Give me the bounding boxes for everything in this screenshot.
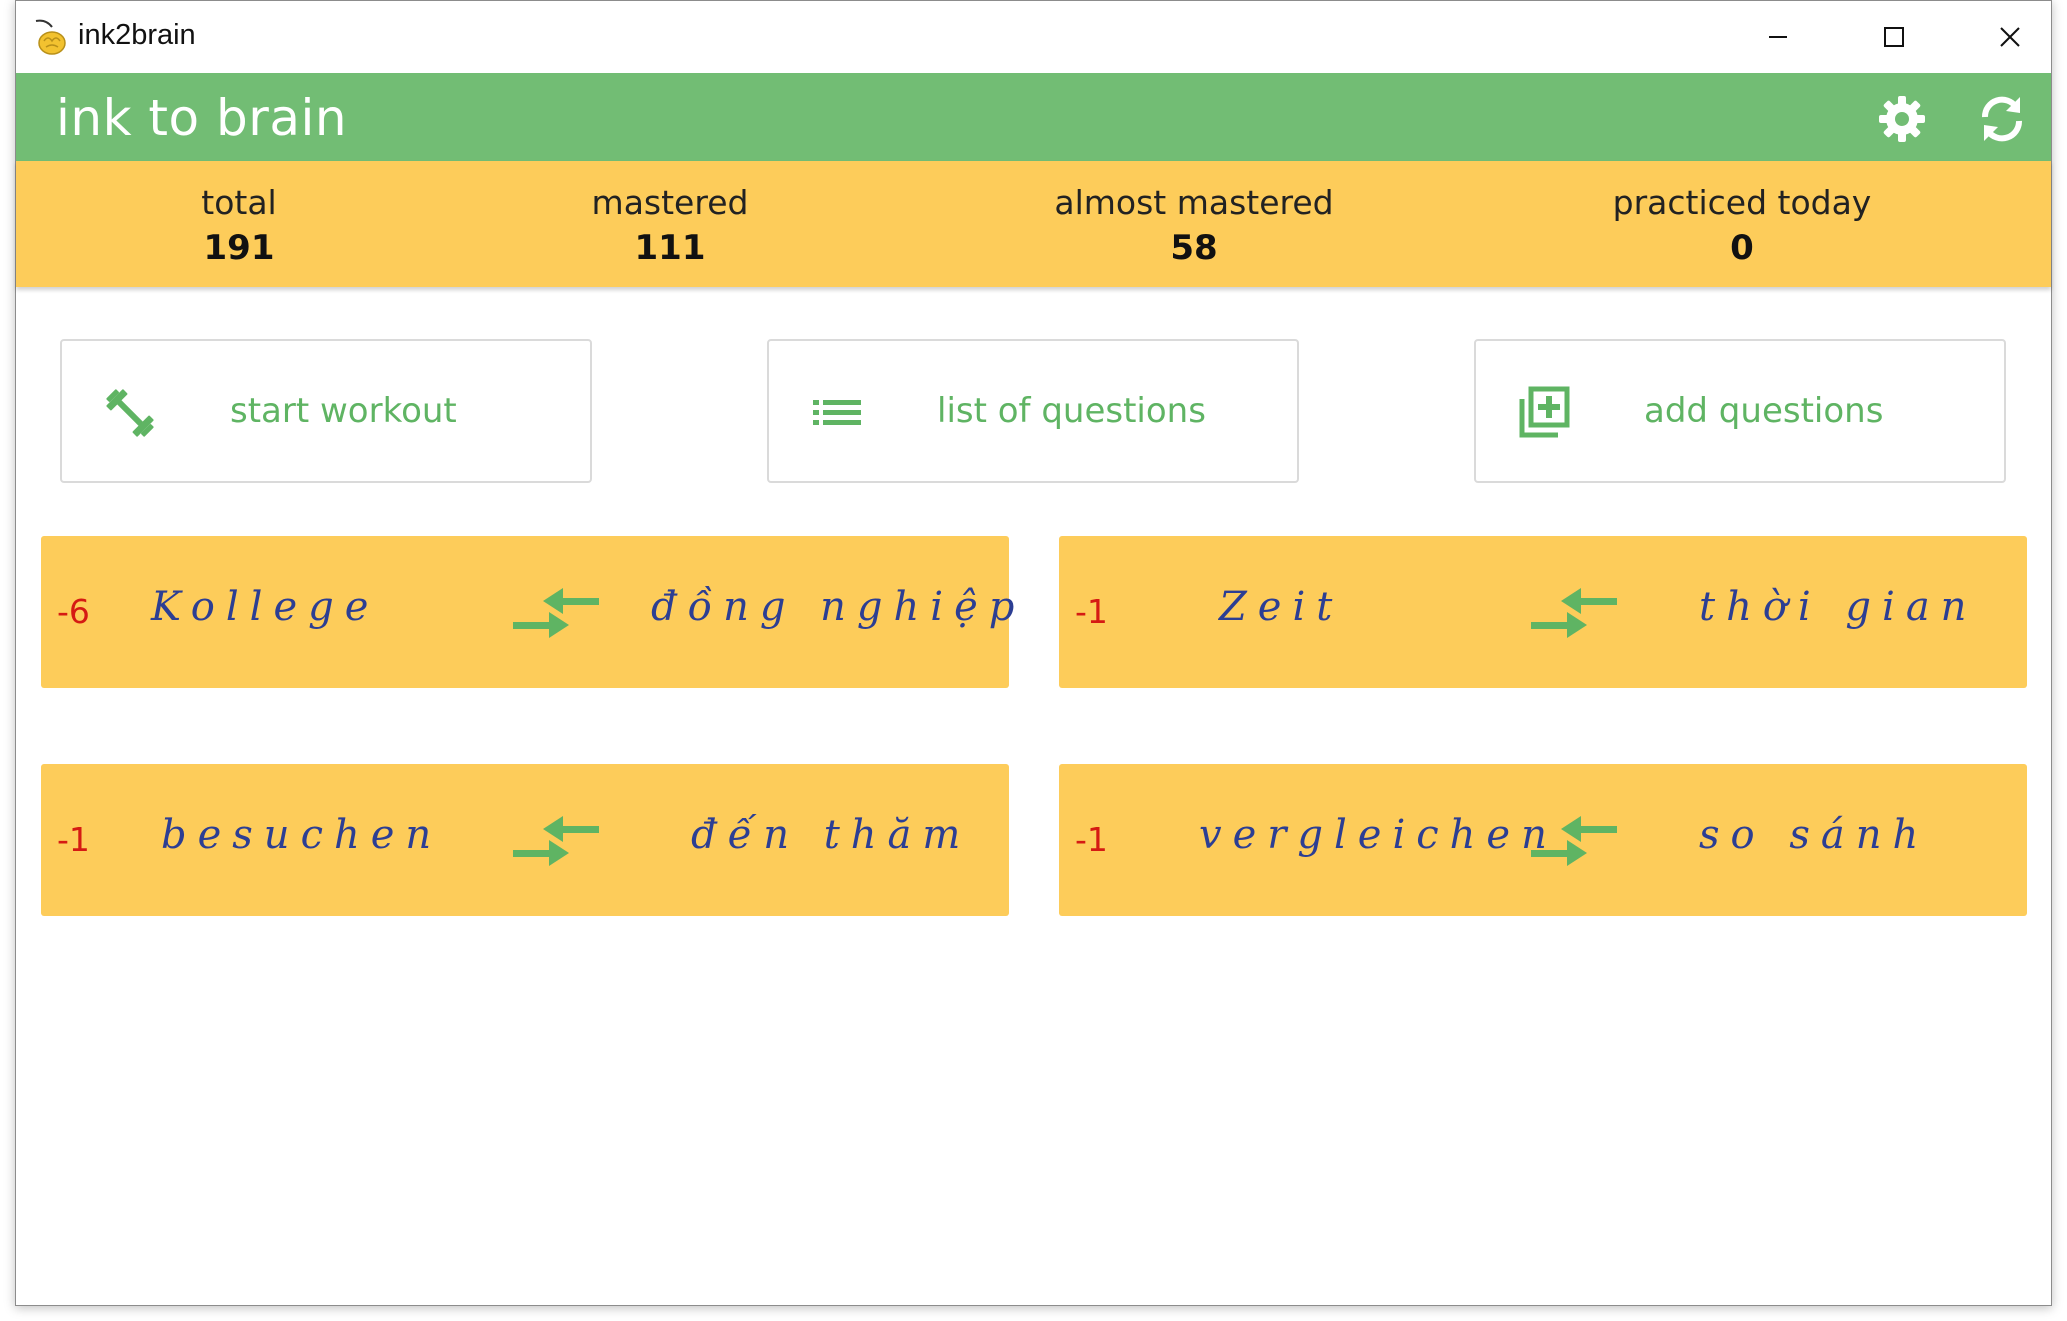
dumbbell-icon — [102, 385, 158, 441]
action-label: list of questions — [937, 391, 1206, 431]
card-front-handwriting: Zeit — [1219, 584, 1344, 630]
card-front-handwriting: Kollege — [151, 584, 380, 630]
minimize-icon — [1769, 36, 1787, 38]
card-front-handwriting: besuchen — [161, 812, 443, 858]
settings-button[interactable] — [1872, 89, 1932, 149]
add-questions-button[interactable]: add questions — [1474, 339, 2006, 483]
card-back-handwriting: đến thăm — [691, 812, 972, 858]
stat-total: total 191 — [29, 181, 449, 271]
action-label: start workout — [230, 391, 457, 431]
question-card[interactable]: -6 Kollege đồng nghiệp — [41, 536, 1014, 688]
app-logo-icon — [32, 17, 66, 57]
gear-icon — [1879, 96, 1925, 142]
stat-value: 58 — [1170, 228, 1218, 268]
sync-button[interactable] — [1972, 89, 2032, 149]
title-bar: ink2brain — [16, 1, 2051, 73]
add-to-library-icon — [1516, 385, 1572, 441]
sync-icon — [1981, 96, 2023, 142]
minimize-button[interactable] — [1748, 13, 1808, 61]
card-back-handwriting: so sánh — [1699, 812, 1930, 858]
card-score: -1 — [1075, 820, 1108, 859]
app-header: ink to brain — [16, 73, 2051, 161]
card-back-handwriting: thời gian — [1699, 584, 1978, 630]
stat-label: total — [201, 183, 277, 222]
maximize-icon — [1884, 27, 1904, 47]
list-icon — [809, 385, 865, 441]
stats-bar: total 191 mastered 111 almost mastered 5… — [16, 161, 2051, 287]
stat-value: 0 — [1730, 228, 1754, 268]
app-window: ink2brain ink to brain total 191 mastere… — [15, 0, 2052, 1306]
stat-value: 111 — [634, 228, 706, 268]
page-title: ink to brain — [56, 89, 348, 147]
compare-arrows-icon — [1529, 808, 1619, 874]
stat-mastered: mastered 111 — [460, 181, 880, 271]
compare-arrows-icon — [511, 580, 601, 646]
stat-label: almost mastered — [1054, 183, 1334, 222]
stat-almost-mastered: almost mastered 58 — [984, 181, 1404, 271]
start-workout-button[interactable]: start workout — [60, 339, 592, 483]
stat-label: mastered — [591, 183, 749, 222]
card-back-handwriting: đồng nghiệp — [651, 584, 1026, 630]
compare-arrows-icon — [511, 808, 601, 874]
close-icon — [2000, 27, 2020, 47]
close-button[interactable] — [1980, 13, 2040, 61]
question-card[interactable]: -1 besuchen đến thăm — [41, 764, 1009, 916]
question-card[interactable]: -1 vergleichen so sánh — [1059, 764, 2027, 916]
stat-practiced-today: practiced today 0 — [1532, 181, 1952, 271]
question-card[interactable]: -1 Zeit thời gian — [1059, 536, 2027, 688]
list-of-questions-button[interactable]: list of questions — [767, 339, 1299, 483]
card-score: -1 — [1075, 592, 1108, 631]
card-score: -1 — [57, 820, 90, 859]
compare-arrows-icon — [1529, 580, 1619, 646]
stat-value: 191 — [203, 228, 275, 268]
window-title: ink2brain — [78, 19, 196, 51]
maximize-button[interactable] — [1864, 13, 1924, 61]
action-label: add questions — [1644, 391, 1884, 431]
card-score: -6 — [57, 592, 90, 631]
card-front-handwriting: vergleichen — [1199, 812, 1558, 858]
stat-label: practiced today — [1612, 183, 1872, 222]
